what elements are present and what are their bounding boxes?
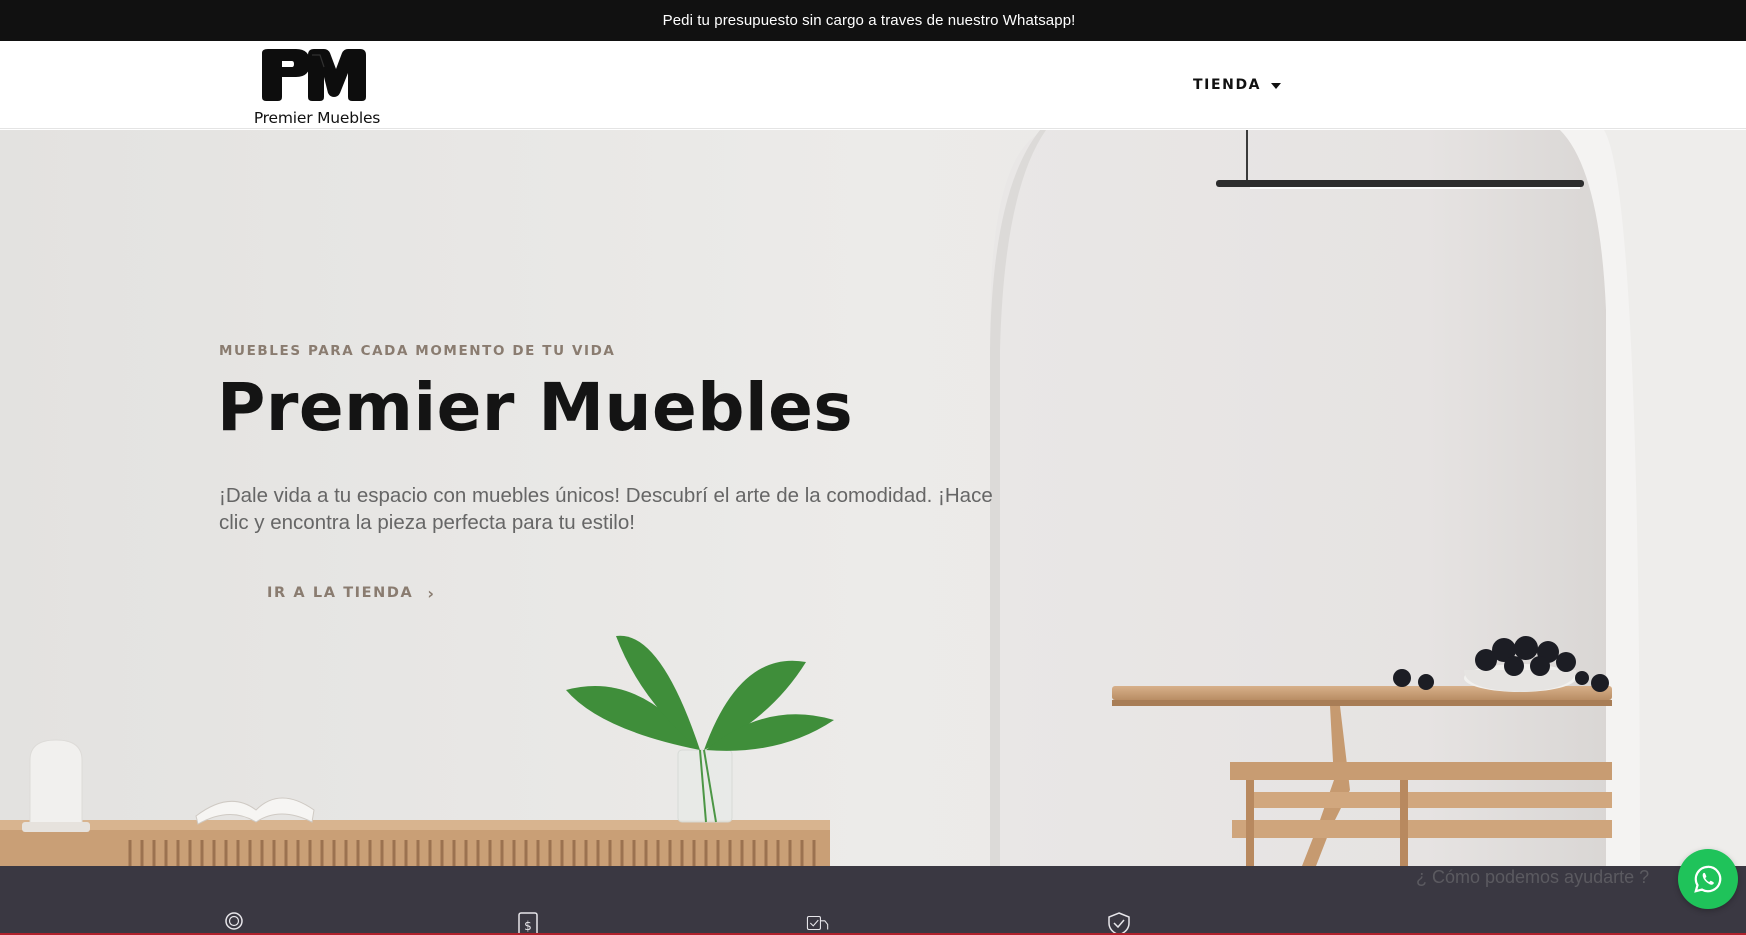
nav-item-tienda[interactable]: TIENDA	[1193, 76, 1282, 94]
delivery-icon	[806, 915, 829, 931]
shop-cta-button[interactable]: IR A LA TIENDA ›	[267, 583, 434, 603]
hero-section: MUEBLES PARA CADA MOMENTO DE TU VIDA Pre…	[0, 130, 1746, 866]
cta-label: IR A LA TIENDA	[267, 585, 414, 601]
whatsapp-button[interactable]	[1678, 849, 1738, 909]
hero-eyebrow: MUEBLES PARA CADA MOMENTO DE TU VIDA	[219, 343, 616, 359]
caret-down-icon	[1271, 82, 1282, 89]
hero-description: ¡Dale vida a tu espacio con muebles únic…	[219, 484, 993, 534]
whatsapp-icon	[1694, 865, 1722, 893]
chevron-right-icon: ›	[427, 583, 434, 603]
chat-prompt: ¿ Cómo podemos ayudarte ?	[1416, 867, 1650, 887]
shield-check-icon	[1108, 912, 1130, 935]
site-header: Premier Muebles TIENDA	[0, 41, 1746, 129]
announcement-bar: Pedi tu presupuesto sin cargo a traves d…	[0, 0, 1746, 41]
nav-item-label: TIENDA	[1193, 77, 1262, 93]
price-tag-icon: $	[518, 912, 538, 935]
announcement-text: Pedi tu presupuesto sin cargo a traves d…	[662, 12, 1076, 29]
award-icon	[225, 912, 243, 930]
hero-title: Premier Muebles	[217, 369, 854, 446]
site-logo[interactable]: Premier Muebles	[248, 47, 384, 127]
logo-text: Premier Muebles	[253, 109, 381, 127]
logo-mark-icon	[262, 49, 366, 101]
svg-text:$: $	[524, 919, 532, 933]
